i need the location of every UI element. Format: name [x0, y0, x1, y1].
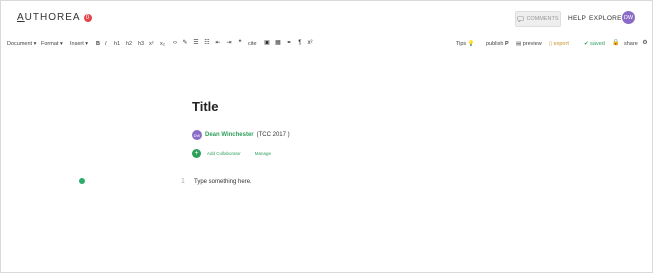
cite-button[interactable]: cite: [248, 41, 257, 47]
bullet-list-icon[interactable]: ☷: [204, 40, 210, 47]
format-menu-label: Format: [41, 41, 59, 47]
preview-label: preview: [522, 41, 542, 47]
help-link[interactable]: HELP: [568, 15, 586, 22]
code-icon[interactable]: ‹›: [172, 40, 178, 47]
preview-icon: ▤: [516, 41, 522, 47]
document-title[interactable]: Title: [192, 99, 219, 114]
logo-first-letter: A: [17, 12, 25, 23]
app-frame: A UTHOREA 0 COMMENTS HELP EXPLORE DW Docu…: [0, 0, 653, 273]
equation-icon[interactable]: x²: [307, 40, 313, 47]
h1-button[interactable]: h1: [114, 41, 120, 47]
collaborator-row: + Add Collaborator Manage: [192, 147, 271, 159]
pen-icon[interactable]: ✎: [182, 40, 188, 47]
tips-label: Tips: [456, 41, 467, 47]
link-icon[interactable]: ⚭: [286, 40, 292, 47]
chevron-down-icon: ▾: [59, 41, 63, 47]
table-icon[interactable]: ▦: [275, 40, 281, 47]
ordered-list-icon[interactable]: ☰: [193, 40, 199, 47]
authorea-logo[interactable]: A UTHOREA 0: [17, 12, 92, 23]
saved-label: saved: [590, 41, 605, 47]
image-icon[interactable]: ▣: [264, 40, 270, 47]
insert-menu[interactable]: Insert ▾: [70, 41, 88, 47]
chevron-down-icon: ▾: [33, 41, 37, 47]
add-collaborator-link[interactable]: Add Collaborator: [207, 151, 241, 156]
lock-icon[interactable]: 🔒: [612, 40, 619, 47]
export-button[interactable]: ▯ export: [549, 41, 569, 47]
document-menu[interactable]: Document ▾: [7, 41, 36, 47]
quote-icon[interactable]: ❝: [237, 40, 243, 47]
checkmark-icon: ✔: [584, 41, 589, 47]
outdent-icon[interactable]: ⇤: [215, 40, 221, 47]
publish-button[interactable]: publish P: [486, 41, 509, 47]
green-dot-icon[interactable]: [79, 178, 85, 184]
add-collaborator-icon[interactable]: +: [192, 148, 201, 158]
italic-button[interactable]: I: [105, 41, 107, 47]
author-row: DW Dean Winchester (TCC 2017 ): [192, 129, 290, 141]
lightbulb-icon: 💡: [467, 41, 475, 47]
format-menu[interactable]: Format ▾: [41, 41, 63, 47]
h2-button[interactable]: h2: [126, 41, 132, 47]
notification-badge[interactable]: 0: [83, 13, 92, 22]
bold-button[interactable]: B: [96, 41, 100, 47]
h3-button[interactable]: h3: [138, 41, 144, 47]
export-icon: ▯: [549, 41, 553, 47]
document-menu-label: Document: [7, 41, 33, 47]
editor-toolbar: Document ▾ Format ▾ Insert ▾ B I h1 h2 h…: [1, 37, 652, 53]
logo-text: UTHOREA: [24, 12, 81, 23]
tips-button[interactable]: Tips 💡: [456, 41, 475, 47]
preview-button[interactable]: ▤ preview: [516, 41, 542, 47]
line-number: 1: [181, 178, 185, 185]
subscript-button[interactable]: x₂: [160, 41, 165, 47]
paragraph-icon[interactable]: ¶: [297, 40, 303, 47]
author-avatar[interactable]: DW: [192, 130, 202, 140]
body-text-placeholder[interactable]: Type something here.: [194, 179, 252, 185]
publish-label: publish: [486, 41, 504, 47]
author-name[interactable]: Dean Winchester: [205, 132, 254, 138]
comments-icon: [517, 16, 525, 22]
top-header: A UTHOREA 0 COMMENTS HELP EXPLORE DW: [1, 1, 652, 35]
comments-label: COMMENTS: [526, 16, 559, 22]
explore-link[interactable]: EXPLORE: [589, 15, 622, 22]
insert-menu-label: Insert: [70, 41, 84, 47]
saved-status: ✔ saved: [584, 41, 605, 47]
superscript-button[interactable]: x²: [149, 41, 154, 47]
share-button[interactable]: share: [624, 41, 638, 47]
export-label: export: [553, 41, 569, 47]
gear-icon[interactable]: ⚙: [642, 40, 648, 47]
comments-button[interactable]: COMMENTS: [515, 11, 561, 27]
chevron-down-icon: ▾: [85, 41, 89, 47]
publish-p-icon: P: [504, 41, 509, 47]
indent-icon[interactable]: ⇥: [226, 40, 232, 47]
author-affiliation: (TCC 2017 ): [256, 132, 290, 138]
manage-link[interactable]: Manage: [255, 151, 271, 156]
user-avatar[interactable]: DW: [622, 11, 635, 24]
